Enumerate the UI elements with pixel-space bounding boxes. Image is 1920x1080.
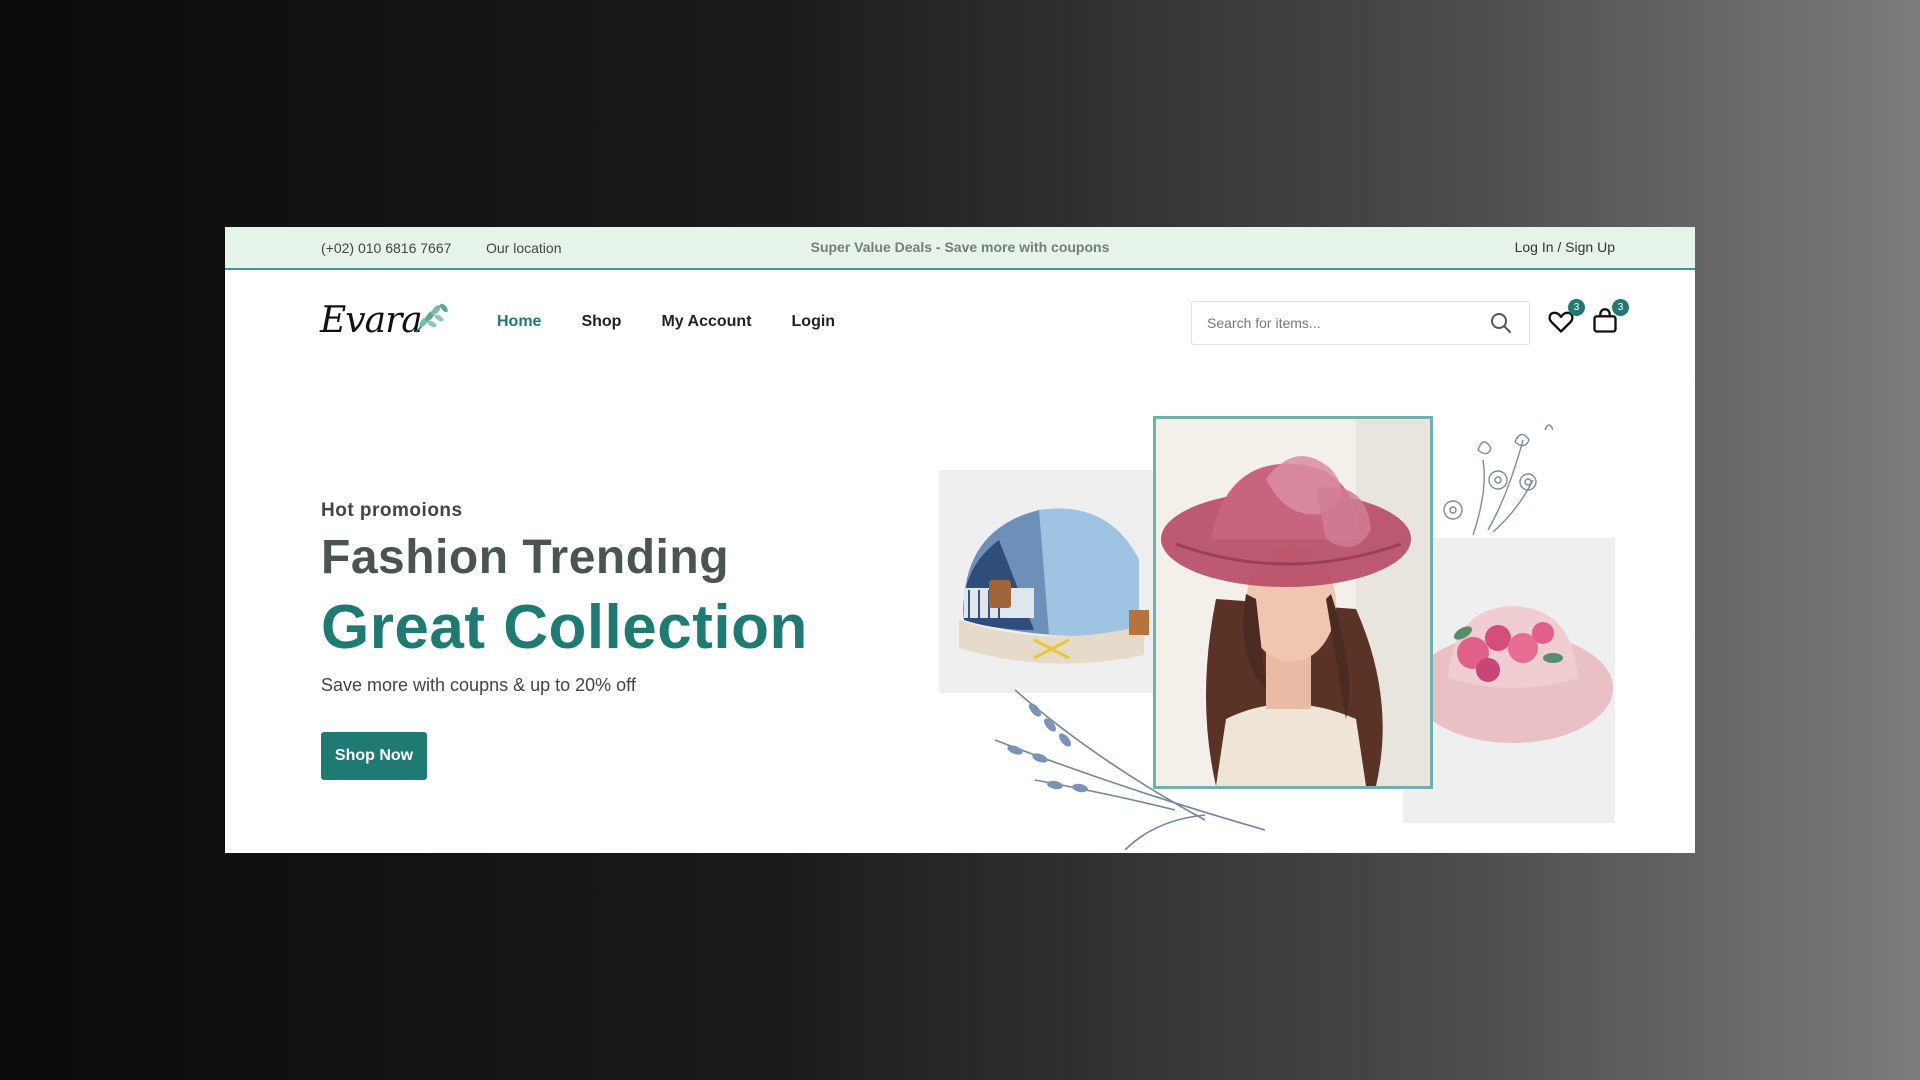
model-photo[interactable] — [1153, 416, 1433, 789]
shop-now-button[interactable]: Shop Now — [321, 732, 427, 780]
woman-in-hat-illustration — [1156, 419, 1430, 786]
cap-illustration — [959, 508, 1149, 664]
top-bar: (+02) 010 6816 7667 Our location Super V… — [225, 227, 1695, 270]
web-page: (+02) 010 6816 7667 Our location Super V… — [225, 227, 1695, 853]
main-header: Evara Home Shop My Account Login Search … — [225, 270, 1695, 370]
wishlist-button[interactable]: 3 — [1547, 299, 1585, 337]
flower-sketch — [1443, 424, 1553, 536]
cart-button[interactable]: 3 — [1591, 299, 1629, 337]
nav-my-account[interactable]: My Account — [661, 313, 751, 331]
nav-shop[interactable]: Shop — [581, 313, 621, 331]
floral-hat-product-image[interactable] — [1403, 538, 1615, 823]
hero-title-line2: Great Collection — [321, 593, 808, 662]
deal-banner: Super Value Deals - Save more with coupo… — [810, 239, 1110, 255]
main-nav: Home Shop My Account Login — [497, 313, 835, 331]
hero-title-line1: Fashion Trending — [321, 531, 730, 584]
search-box — [1191, 301, 1530, 345]
search-input[interactable] — [1207, 315, 1489, 331]
cart-count-badge: 3 — [1612, 299, 1629, 316]
logo-text: Evara — [320, 300, 423, 341]
floral-hat-illustration — [1413, 606, 1613, 743]
hero-description: Save more with coupns & up to 20% off — [321, 675, 636, 695]
leaf-icon — [415, 303, 448, 333]
cap-product-image[interactable] — [939, 470, 1154, 693]
wishlist-count-badge: 3 — [1568, 299, 1585, 316]
nav-home[interactable]: Home — [497, 313, 541, 331]
search-icon[interactable] — [1489, 311, 1513, 335]
nav-login[interactable]: Login — [792, 313, 836, 331]
site-logo[interactable]: Evara — [320, 300, 450, 344]
hero-subtitle: Hot promoions — [321, 500, 463, 521]
hero-section: Hot promoions Fashion Trending Great Col… — [225, 370, 1695, 853]
login-signup-link[interactable]: Log In / Sign Up — [1515, 239, 1615, 255]
